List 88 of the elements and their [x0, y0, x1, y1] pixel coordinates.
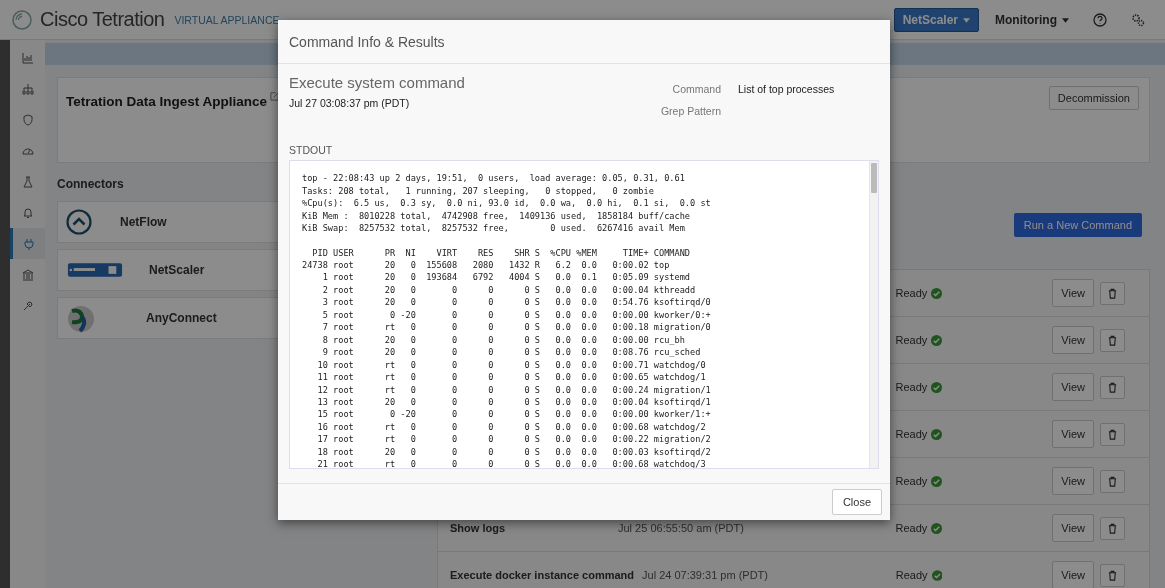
output-line: 11 root rt 0 0 0 0 S 0.0 0.0 0:00.65 watchdog/1: [316, 371, 706, 384]
command-name: Execute docker instance command: [450, 569, 635, 581]
output-line: 18 root 20 0 0 0 0 S 0.0 0.0 0:00.03 ksoftirqd/2: [316, 445, 711, 459]
bar-chart-icon: [21, 51, 34, 64]
command-timestamp: Jul 27 03:08:37 pm (PDT): [289, 97, 411, 110]
view-button[interactable]: View: [1052, 326, 1094, 354]
command-name: Show logs: [450, 522, 506, 534]
connector-name: NetFlow: [120, 215, 167, 229]
check-circle-icon: [931, 475, 943, 487]
view-button[interactable]: View: [1052, 467, 1094, 495]
field-value: List of top processes: [738, 83, 835, 96]
swirl-logo-icon: [66, 303, 96, 333]
trash-icon: [1107, 569, 1118, 581]
command-status: Ready: [895, 522, 928, 534]
check-circle-icon: [931, 522, 943, 534]
delete-button[interactable]: [1100, 281, 1125, 305]
view-button[interactable]: View: [1052, 420, 1094, 448]
command-time: Jul 24 07:39:31 pm (PDT): [642, 569, 769, 581]
delete-button[interactable]: [1100, 328, 1125, 352]
output-line: 13 root 20 0 0 0 0 S 0.0 0.0 0:00.04 ksoftirqd/1: [316, 395, 711, 409]
product-subtitle: VIRTUAL APPLIANCE: [174, 13, 280, 26]
output-label: STDOUT: [289, 144, 334, 157]
output-line: 15 root 0 -20 0 0 0 S 0.0 0.0 0:00.00 kworker/1:+: [316, 408, 711, 421]
delete-button[interactable]: [1100, 422, 1125, 446]
caret-icon: [1062, 17, 1069, 23]
wrench-icon: [21, 299, 34, 312]
delete-button[interactable]: [1100, 516, 1125, 540]
bell-icon: [21, 206, 34, 219]
nav-menu-button[interactable]: Monitoring: [987, 8, 1077, 31]
dialog-title: Command Info & Results: [289, 33, 445, 50]
command-type: Execute system command: [289, 74, 466, 92]
view-button[interactable]: View: [1052, 561, 1094, 588]
trash-icon: [1107, 428, 1118, 440]
output-line: 16 root rt 0 0 0 0 S 0.0 0.0 0:00.68 watchdog/2: [316, 420, 706, 434]
connector-name: AnyConnect: [146, 311, 217, 325]
command-status: Ready: [895, 287, 928, 299]
delete-button[interactable]: [1100, 563, 1125, 587]
command-status: Ready: [895, 334, 928, 346]
command-status: Ready: [895, 381, 928, 393]
appliance-title: Tetration Data Ingest Appliance: [66, 94, 268, 109]
plug-icon: [23, 237, 35, 250]
logo-icon: [12, 9, 32, 30]
decommission-button[interactable]: Decommission: [1048, 86, 1139, 110]
trash-icon: [1107, 287, 1118, 299]
flask-icon: [21, 175, 34, 188]
delete-button[interactable]: [1100, 375, 1125, 399]
view-button[interactable]: View: [1052, 373, 1094, 401]
shield-icon: [21, 113, 34, 126]
output-line: Tasks: 208 total, 1 running, 207 sleeping, 0 stopped, 0 zombie: [302, 184, 654, 198]
command-status: Ready: [895, 569, 928, 581]
trash-icon: [1107, 475, 1118, 487]
bank-icon: [21, 268, 34, 281]
output-line: 10 root rt 0 0 0 0 S 0.0 0.0 0:00.71 watchdog/0: [316, 358, 706, 372]
sitemap-icon: [21, 82, 34, 95]
command-time: Jul 25 06:55:50 am (PDT): [618, 522, 745, 534]
nav-menu-button[interactable]: NetScaler: [893, 7, 979, 32]
output-line: top - 22:08:43 up 2 days, 19:51, 0 users, load average: 0.05, 0.31, 0.61: [302, 172, 685, 185]
close-button[interactable]: Close: [831, 489, 882, 516]
field-label: Grep Pattern: [659, 105, 721, 118]
run-command-button[interactable]: Run a New Command: [1013, 213, 1142, 237]
check-circle-icon: [931, 428, 943, 440]
view-button[interactable]: View: [1052, 279, 1094, 307]
command-status: Ready: [895, 428, 928, 440]
connectors-heading: Connectors: [57, 177, 124, 191]
trash-icon: [1107, 522, 1118, 534]
output-line: 21 root rt 0 0 0 0 S 0.0 0.0 0:00.68 watchdog/3: [316, 458, 706, 469]
caret-icon: [963, 17, 970, 23]
command-status: Ready: [895, 475, 928, 487]
check-circle-icon: [931, 569, 943, 581]
trash-icon: [1107, 381, 1118, 393]
scrollbar[interactable]: [869, 161, 878, 469]
field-label: Command: [671, 83, 721, 96]
appliance-device-icon: [66, 260, 124, 280]
check-circle-icon: [931, 287, 943, 299]
trash-icon: [1107, 334, 1118, 346]
help-icon[interactable]: [1093, 12, 1107, 27]
product-name: Cisco Tetration: [40, 8, 165, 31]
delete-button[interactable]: [1100, 469, 1125, 493]
sidebar-item[interactable]: [10, 228, 45, 259]
chevron-up-circle-icon: [66, 209, 92, 235]
settings-icon[interactable]: [1131, 12, 1145, 27]
output-line: 17 root rt 0 0 0 0 S 0.0 0.0 0:00.22 migration/2: [316, 433, 711, 446]
connector-name: NetScaler: [149, 263, 205, 277]
check-circle-icon: [931, 381, 943, 393]
view-button[interactable]: View: [1052, 514, 1094, 542]
output-line: 9 root 20 0 0 0 0 S 0.0 0.0 0:08.76 rcu_sched: [321, 346, 701, 359]
check-circle-icon: [931, 334, 943, 346]
output-line: 12 root rt 0 0 0 0 S 0.0 0.0 0:00.24 migration/1: [316, 383, 711, 396]
